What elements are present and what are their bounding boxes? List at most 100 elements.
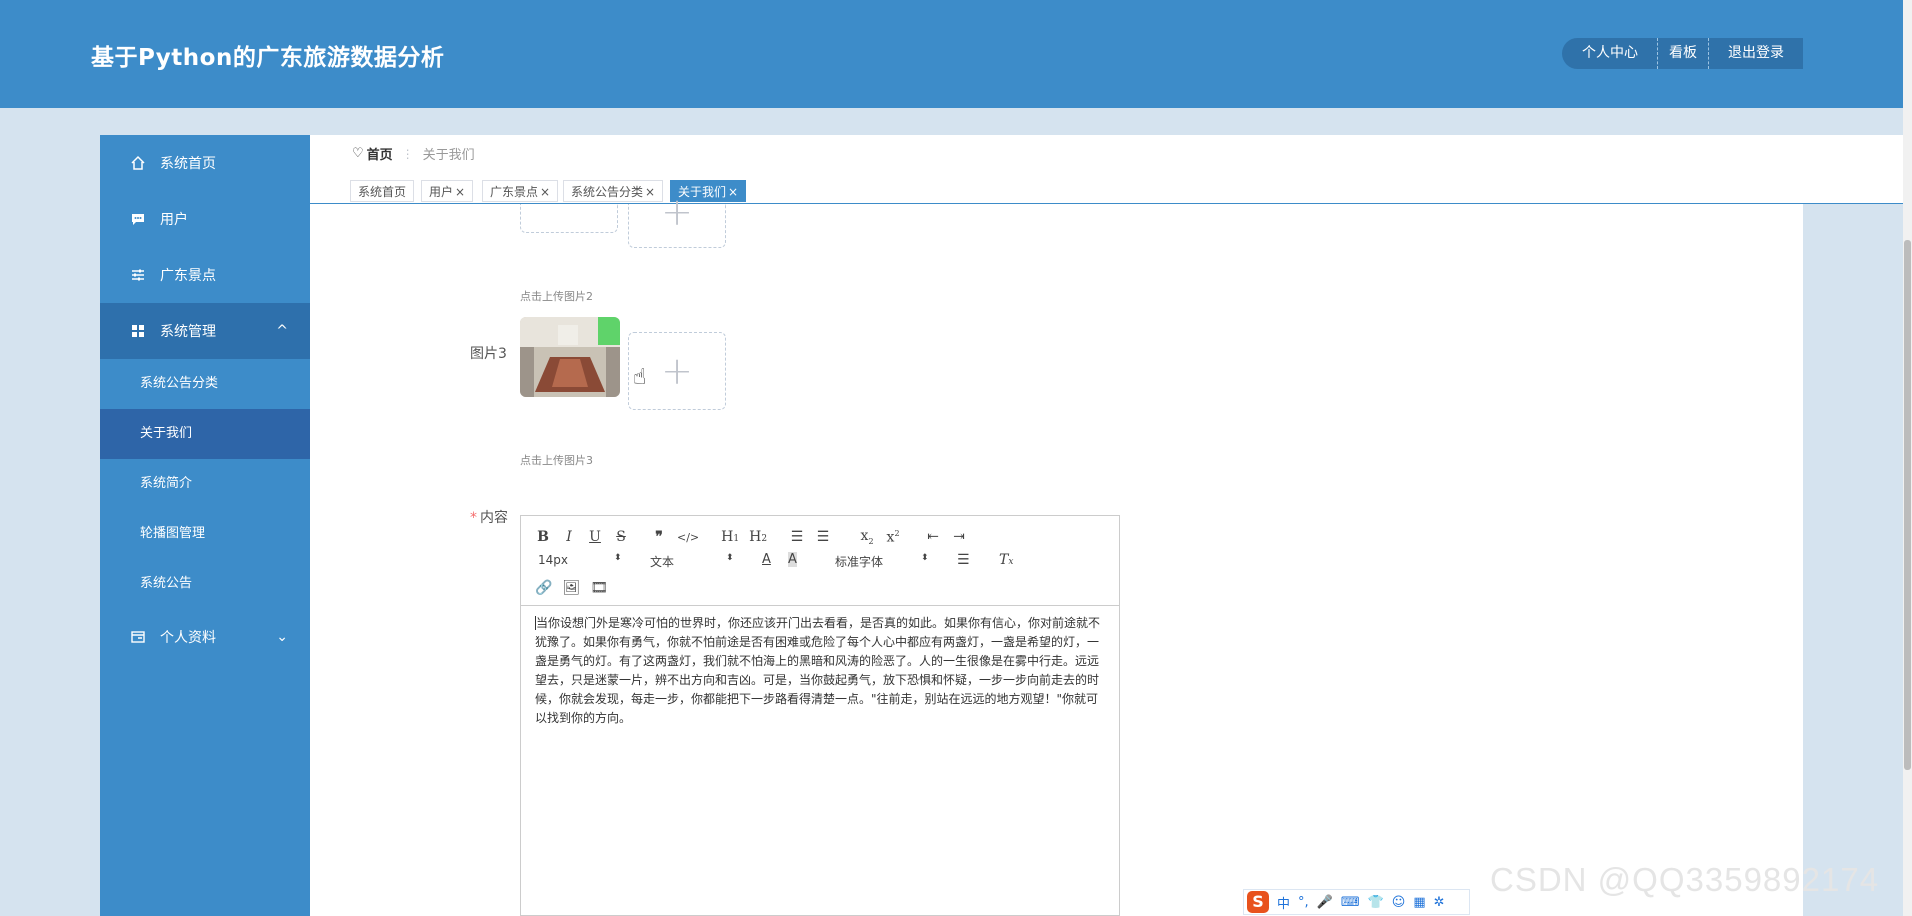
upload-hint-image2: 点击上传图片2 bbox=[520, 290, 593, 303]
sidebar-item-system-management[interactable]: 系统管理 ^ bbox=[100, 303, 310, 359]
tag-label: 广东景点 bbox=[490, 185, 539, 199]
sidebar-item-label: 个人资料 bbox=[160, 630, 216, 646]
select-arrows-icon: ⬍ bbox=[614, 553, 622, 563]
tag-label: 系统首页 bbox=[358, 185, 407, 199]
plus-icon: + bbox=[661, 190, 693, 234]
top-nav: 个人中心 看板 退出登录 bbox=[1562, 38, 1803, 69]
rich-text-editor: B I U S ❞ </> H1 H2 ☰ ☰ x2 x2 ⇤ ⇥ 14px ⬍… bbox=[520, 515, 1120, 916]
watermark: CSDN @QQ3359892174 bbox=[1490, 861, 1880, 898]
heading-select[interactable]: 文本 ⬍ bbox=[650, 553, 735, 570]
top-header: 基于Python的广东旅游数据分析 个人中心 看板 退出登录 bbox=[0, 0, 1903, 108]
font-family-select[interactable]: 标准字体 ⬍ bbox=[835, 553, 930, 570]
tag-attractions[interactable]: 广东景点 × bbox=[482, 180, 559, 202]
nav-profile-center[interactable]: 个人中心 bbox=[1562, 38, 1657, 69]
sidebar-item-label: 系统管理 bbox=[160, 324, 216, 340]
heading2-icon[interactable]: H2 bbox=[749, 529, 767, 545]
close-icon[interactable]: × bbox=[728, 185, 738, 199]
image3-thumbnail[interactable] bbox=[520, 317, 620, 397]
content-label: * 内容 bbox=[470, 507, 508, 527]
background-color-icon[interactable]: A bbox=[788, 552, 797, 567]
sidebar-item-label: 广东景点 bbox=[160, 268, 216, 284]
breadcrumb-bar: ♡ 首页 ⋮ 关于我们 bbox=[310, 135, 1903, 170]
close-icon[interactable]: × bbox=[455, 185, 465, 199]
ime-chinese-mode[interactable]: 中 bbox=[1277, 893, 1290, 912]
video-icon[interactable]: 🎞 bbox=[590, 580, 608, 596]
submenu-item-label: 系统简介 bbox=[140, 476, 193, 491]
blockquote-icon[interactable]: ❞ bbox=[651, 529, 667, 545]
sidebar-item-attractions[interactable]: 广东景点 bbox=[100, 247, 310, 303]
sidebar-item-profile[interactable]: 个人资料 ⌄ bbox=[100, 609, 310, 665]
strikethrough-icon[interactable]: S bbox=[613, 529, 629, 545]
sidebar-item-users[interactable]: 用户 bbox=[100, 191, 310, 247]
chevron-up-icon: ^ bbox=[276, 323, 288, 339]
italic-icon[interactable]: I bbox=[561, 529, 577, 545]
tag-label: 用户 bbox=[429, 185, 454, 199]
superscript-icon[interactable]: x2 bbox=[885, 529, 901, 546]
home-icon bbox=[131, 155, 145, 170]
clear-format-icon[interactable]: Tx bbox=[999, 552, 1013, 568]
grid-icon bbox=[132, 325, 144, 337]
breadcrumb: ♡ 首页 ⋮ 关于我们 bbox=[352, 144, 475, 163]
ime-emoji-icon[interactable]: ☺ bbox=[1392, 895, 1406, 910]
ordered-list-icon[interactable]: ☰ bbox=[789, 529, 805, 545]
submenu-item-about-us[interactable]: 关于我们 bbox=[100, 409, 310, 459]
code-block-icon[interactable]: </> bbox=[677, 531, 699, 544]
submenu-item-label: 关于我们 bbox=[140, 426, 193, 441]
breadcrumb-home[interactable]: 首页 bbox=[367, 144, 393, 163]
scrollbar-thumb[interactable] bbox=[1904, 240, 1911, 770]
ime-toolbar: S 中 °, 🎤 ⌨ 👕 ☺ ▦ ✲ bbox=[1243, 889, 1470, 915]
breadcrumb-current: 关于我们 bbox=[422, 148, 475, 163]
subscript-icon[interactable]: x2 bbox=[859, 528, 875, 546]
image2-upload-button[interactable]: + bbox=[628, 190, 726, 248]
nav-dashboard[interactable]: 看板 bbox=[1657, 38, 1708, 69]
font-family-value: 标准字体 bbox=[835, 555, 884, 569]
tag-home[interactable]: 系统首页 bbox=[350, 180, 415, 202]
select-arrows-icon: ⬍ bbox=[726, 553, 734, 563]
ime-keyboard-icon[interactable]: ⌨ bbox=[1341, 895, 1360, 910]
conference-room-image bbox=[520, 317, 620, 397]
bullet-list-icon[interactable]: ☰ bbox=[815, 529, 831, 545]
ime-settings-icon[interactable]: ✲ bbox=[1434, 895, 1445, 910]
heading1-icon[interactable]: H1 bbox=[721, 529, 739, 545]
upload-hint-image3: 点击上传图片3 bbox=[520, 454, 593, 467]
editor-toolbar: B I U S ❞ </> H1 H2 ☰ ☰ x2 x2 ⇤ ⇥ 14px ⬍… bbox=[521, 516, 1119, 606]
submenu-item-label: 系统公告 bbox=[140, 576, 193, 591]
ime-toolbox-icon[interactable]: ▦ bbox=[1413, 895, 1425, 910]
align-icon[interactable]: ☰ bbox=[957, 552, 970, 568]
select-arrows-icon: ⬍ bbox=[921, 553, 929, 563]
submenu-item-system-intro[interactable]: 系统简介 bbox=[100, 459, 310, 509]
sidebar-item-home[interactable]: 系统首页 bbox=[100, 135, 310, 191]
image3-label: 图片3 bbox=[470, 346, 507, 362]
font-size-select[interactable]: 14px ⬍ bbox=[538, 553, 623, 567]
font-color-icon[interactable]: A bbox=[762, 552, 771, 567]
image-icon[interactable]: 🖼 bbox=[562, 580, 580, 596]
ime-punctuation-icon[interactable]: °, bbox=[1298, 895, 1309, 910]
card-icon bbox=[131, 631, 145, 643]
required-mark: * bbox=[470, 510, 477, 526]
chevron-down-icon: ⌄ bbox=[276, 629, 288, 645]
ime-voice-icon[interactable]: 🎤 bbox=[1317, 895, 1333, 910]
close-icon[interactable]: × bbox=[540, 185, 550, 199]
submenu-item-carousel[interactable]: 轮播图管理 bbox=[100, 509, 310, 559]
bold-icon[interactable]: B bbox=[535, 529, 551, 545]
heart-icon: ♡ bbox=[352, 146, 364, 161]
underline-icon[interactable]: U bbox=[587, 529, 603, 545]
outdent-icon[interactable]: ⇤ bbox=[925, 529, 941, 545]
indent-icon[interactable]: ⇥ bbox=[951, 529, 967, 545]
vertical-scrollbar[interactable] bbox=[1903, 0, 1912, 916]
nav-logout[interactable]: 退出登录 bbox=[1708, 38, 1803, 69]
submenu-item-announcement-category[interactable]: 系统公告分类 bbox=[100, 359, 310, 409]
submenu-item-label: 轮播图管理 bbox=[140, 526, 206, 541]
font-size-value: 14px bbox=[538, 553, 568, 567]
heading-value: 文本 bbox=[650, 555, 675, 569]
image2-thumbnail[interactable] bbox=[520, 204, 618, 233]
link-icon[interactable]: 🔗 bbox=[535, 580, 552, 596]
sogou-logo-icon[interactable]: S bbox=[1247, 891, 1269, 913]
content-label-text: 内容 bbox=[480, 510, 508, 526]
hand-cursor-icon: ☝ bbox=[633, 365, 647, 390]
submenu-item-announcements[interactable]: 系统公告 bbox=[100, 559, 310, 609]
editor-content[interactable]: 当你设想门外是寒冷可怕的世界时，你还应该开门出去看看，是否真的如此。如果你有信心… bbox=[535, 614, 1105, 728]
tag-users[interactable]: 用户 × bbox=[421, 180, 474, 202]
ime-skin-icon[interactable]: 👕 bbox=[1368, 895, 1384, 910]
editor-text: 当你设想门外是寒冷可怕的世界时，你还应该开门出去看看，是否真的如此。如果你有信心… bbox=[535, 616, 1101, 725]
